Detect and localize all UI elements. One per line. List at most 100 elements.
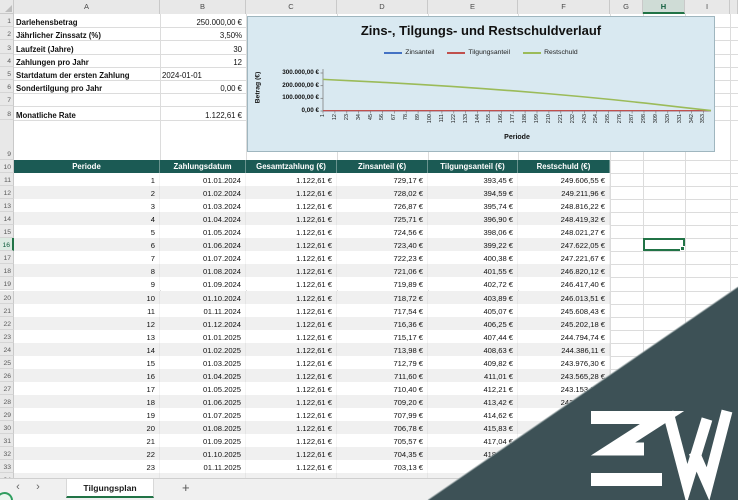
table-cell[interactable]: 10 [14,290,160,304]
row-header-29[interactable]: 29 [0,407,14,421]
table-cell[interactable]: 1.122,61 € [246,303,337,317]
row-header-13[interactable]: 13 [0,199,14,213]
prev-sheet-button[interactable]: ‹ [12,481,24,493]
row-header-2[interactable]: 2 [0,27,14,41]
table-cell[interactable]: 9 [14,277,160,291]
table-cell[interactable]: 704,35 € [337,447,428,461]
row-header-33[interactable]: 33 [0,460,14,474]
table-cell[interactable]: 01.06.2025 [160,394,246,408]
table-cell[interactable]: 1.122,61 € [246,368,337,382]
table-cell[interactable]: 712,79 € [337,355,428,369]
table-cell[interactable]: 716,36 € [337,316,428,330]
row-header-17[interactable]: 17 [0,251,14,265]
cell-B1-value[interactable]: 250.000,00 € [160,14,242,28]
table-cell[interactable]: 244.794,74 € [518,329,610,343]
table-cell[interactable]: 1.122,61 € [246,199,337,213]
table-cell[interactable]: 241.909,20 € [518,421,610,435]
table-cell[interactable]: 241.073,90 € [518,447,610,461]
cell-A2-label[interactable]: Jährlicher Zinssatz (%) [16,27,101,41]
table-cell[interactable]: 248.021,27 € [518,225,610,239]
table-cell[interactable]: 1.122,61 € [246,290,337,304]
cell-A5-label[interactable]: Startdatum der ersten Zahlung [16,67,130,81]
table-cell[interactable]: 15 [14,355,160,369]
table-cell[interactable]: 1.122,61 € [246,355,337,369]
table-cell[interactable]: 1.122,61 € [246,277,337,291]
row-header-5[interactable]: 5 [0,66,14,80]
row-header-11[interactable]: 11 [0,173,14,187]
table-cell[interactable]: 724,56 € [337,225,428,239]
table-cell[interactable]: 408,63 € [428,342,518,356]
table-header-cell[interactable]: Gesamtzahlung (€) [246,160,337,174]
table-cell[interactable]: 245.608,43 € [518,303,610,317]
table-cell[interactable]: 403,89 € [428,290,518,304]
table-cell[interactable]: 1.122,61 € [246,421,337,435]
table-cell[interactable]: 1.122,61 € [246,251,337,265]
table-cell[interactable]: 419,48 € [428,460,518,474]
row-header-23[interactable]: 23 [0,329,14,343]
row-header-24[interactable]: 24 [0,342,14,356]
table-cell[interactable]: 13 [14,329,160,343]
row-header-3[interactable]: 3 [0,40,14,54]
table-cell[interactable]: 1.122,61 € [246,264,337,278]
select-all-corner[interactable] [0,0,14,14]
table-cell[interactable]: 01.09.2024 [160,277,246,291]
table-cell[interactable]: 414,62 € [428,407,518,421]
table-cell[interactable]: 703,13 € [337,460,428,474]
row-header-15[interactable]: 15 [0,225,14,239]
column-header-B[interactable]: B [160,0,246,14]
table-cell[interactable]: 406,25 € [428,316,518,330]
table-cell[interactable]: 1.122,61 € [246,381,337,395]
row-header-30[interactable]: 30 [0,421,14,435]
column-header-I[interactable]: I [685,0,730,14]
column-header-E[interactable]: E [428,0,518,14]
column-header-C[interactable]: C [246,0,337,14]
table-cell[interactable]: 247.622,05 € [518,238,610,252]
table-cell[interactable]: 405,07 € [428,303,518,317]
table-cell[interactable]: 01.04.2024 [160,212,246,226]
table-cell[interactable]: 01.01.2024 [160,173,246,187]
table-cell[interactable]: 01.10.2025 [160,447,246,461]
table-cell[interactable]: 249.606,55 € [518,173,610,187]
table-cell[interactable]: 01.07.2024 [160,251,246,265]
table-cell[interactable]: 1.122,61 € [246,434,337,448]
table-cell[interactable]: 2 [14,186,160,200]
row-header-22[interactable]: 22 [0,316,14,330]
cell-A6-label[interactable]: Sondertilgung pro Jahr [16,80,102,94]
table-cell[interactable]: 418,26 € [428,447,518,461]
add-sheet-button[interactable]: + [182,480,190,495]
table-cell[interactable]: 709,20 € [337,394,428,408]
table-header-cell[interactable]: Tilgungsanteil (€) [428,160,518,174]
cell-A3-label[interactable]: Laufzeit (Jahre) [16,40,74,54]
table-cell[interactable]: 242.739,65 € [518,394,610,408]
table-cell[interactable]: 16 [14,368,160,382]
table-cell[interactable]: 1.122,61 € [246,407,337,421]
table-cell[interactable]: 22 [14,447,160,461]
table-cell[interactable]: 6 [14,238,160,252]
table-cell[interactable]: 393,45 € [428,173,518,187]
table-cell[interactable]: 400,38 € [428,251,518,265]
row-header-9[interactable]: 9 [0,119,14,160]
table-cell[interactable]: 01.04.2025 [160,368,246,382]
table-cell[interactable]: 01.05.2024 [160,225,246,239]
table-cell[interactable]: 411,01 € [428,368,518,382]
table-cell[interactable]: 243.976,30 € [518,355,610,369]
table-cell[interactable]: 14 [14,342,160,356]
table-cell[interactable]: 1.122,61 € [246,342,337,356]
table-cell[interactable]: 248.816,22 € [518,199,610,213]
row-header-21[interactable]: 21 [0,303,14,317]
row-header-32[interactable]: 32 [0,447,14,461]
column-header-D[interactable]: D [337,0,428,14]
row-header-12[interactable]: 12 [0,186,14,200]
table-cell[interactable]: 01.03.2025 [160,355,246,369]
table-cell[interactable]: 241.492,16 € [518,434,610,448]
selected-cell-H16[interactable] [643,238,685,252]
table-cell[interactable]: 8 [14,264,160,278]
table-cell[interactable]: 412,21 € [428,381,518,395]
column-header-F[interactable]: F [518,0,610,14]
table-cell[interactable]: 1.122,61 € [246,186,337,200]
table-cell[interactable]: 01.03.2024 [160,199,246,213]
table-cell[interactable]: 723,40 € [337,238,428,252]
table-cell[interactable]: 18 [14,394,160,408]
table-cell[interactable]: 01.05.2025 [160,381,246,395]
table-cell[interactable]: 240.654,42 € [518,460,610,474]
